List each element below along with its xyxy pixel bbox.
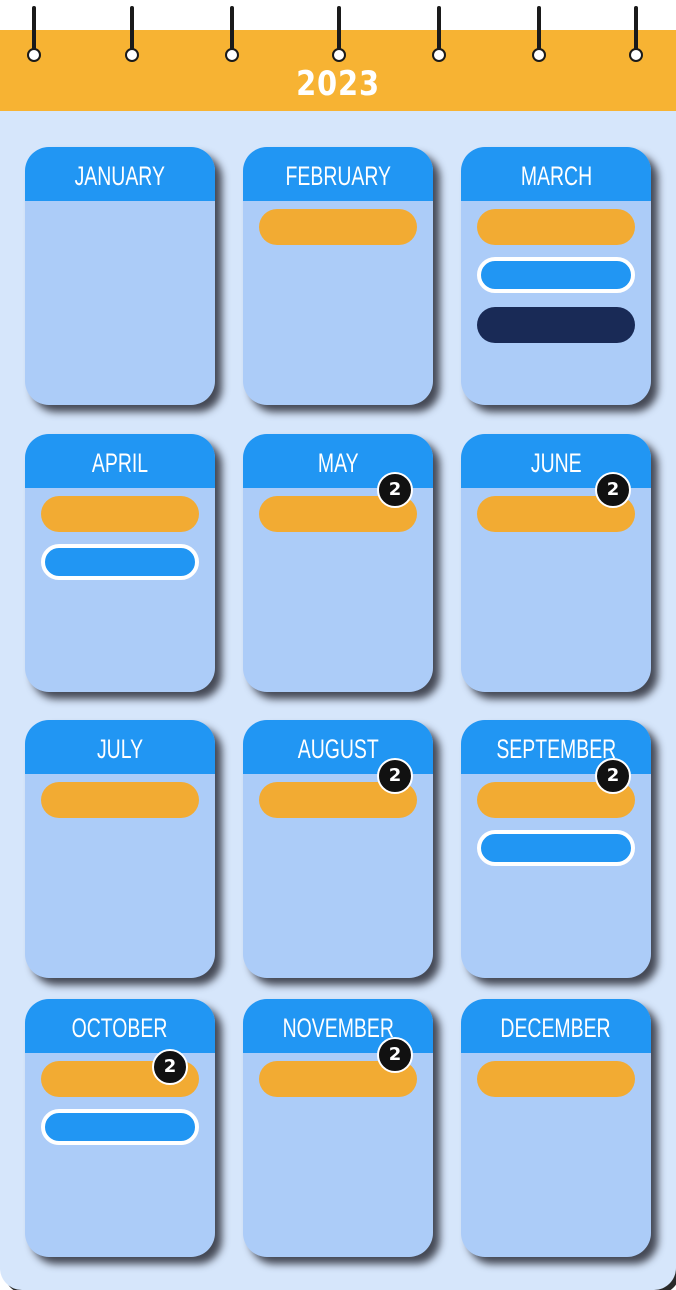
month-name: DECEMBER (500, 1013, 612, 1043)
month-name: SEPTEMBER (496, 734, 616, 764)
month-name: AUGUST (297, 734, 379, 764)
month-card-june[interactable]: JUNE 2 (461, 434, 651, 692)
event-pill-orange[interactable] (41, 496, 199, 532)
month-card-april[interactable]: APRIL (25, 434, 215, 692)
month-card-november[interactable]: NOVEMBER 2 (243, 999, 433, 1257)
event-pill-blue[interactable] (41, 544, 199, 580)
month-name: APRIL (91, 448, 149, 478)
month-header: JULY (25, 720, 215, 774)
event-pill-blue[interactable] (477, 830, 635, 866)
binding-ring-icon (27, 6, 41, 62)
month-name: OCTOBER (72, 1013, 168, 1043)
event-pill-orange[interactable] (259, 209, 417, 245)
month-name: MARCH (520, 161, 592, 191)
month-name: JULY (96, 734, 144, 764)
month-name: JUNE (530, 448, 582, 478)
month-name: NOVEMBER (282, 1013, 394, 1043)
month-header: APRIL (25, 434, 215, 488)
event-pill-orange[interactable] (41, 782, 199, 818)
month-header: OCTOBER (25, 999, 215, 1053)
month-name: MAY (317, 448, 359, 478)
month-card-march[interactable]: MARCH (461, 147, 651, 405)
month-name: FEBRUARY (285, 161, 391, 191)
month-header: FEBRUARY (243, 147, 433, 201)
event-count-badge[interactable]: 2 (377, 1037, 413, 1073)
binding-ring-icon (432, 6, 446, 62)
event-pill-blue[interactable] (41, 1109, 199, 1145)
event-count-badge[interactable]: 2 (595, 472, 631, 508)
month-name: JANUARY (74, 161, 166, 191)
event-pill-blue[interactable] (477, 257, 635, 293)
month-card-october[interactable]: OCTOBER 2 (25, 999, 215, 1257)
month-card-september[interactable]: SEPTEMBER 2 (461, 720, 651, 978)
month-header: DECEMBER (461, 999, 651, 1053)
year-title: 2023 (296, 64, 380, 104)
month-header: JANUARY (25, 147, 215, 201)
month-card-august[interactable]: AUGUST 2 (243, 720, 433, 978)
month-card-may[interactable]: MAY 2 (243, 434, 433, 692)
binding-ring-icon (225, 6, 239, 62)
event-count-badge[interactable]: 2 (377, 758, 413, 794)
event-pill-navy[interactable] (477, 307, 635, 343)
event-count-badge[interactable]: 2 (595, 758, 631, 794)
month-card-january[interactable]: JANUARY (25, 147, 215, 405)
event-pill-orange[interactable] (477, 209, 635, 245)
binding-ring-icon (629, 6, 643, 62)
month-card-december[interactable]: DECEMBER (461, 999, 651, 1257)
event-pill-orange[interactable] (477, 1061, 635, 1097)
month-card-july[interactable]: JULY (25, 720, 215, 978)
month-card-february[interactable]: FEBRUARY (243, 147, 433, 405)
binding-ring-icon (125, 6, 139, 62)
event-count-badge[interactable]: 2 (152, 1049, 188, 1085)
month-header: MARCH (461, 147, 651, 201)
binding-ring-icon (332, 6, 346, 62)
event-count-badge[interactable]: 2 (377, 472, 413, 508)
binding-ring-icon (532, 6, 546, 62)
